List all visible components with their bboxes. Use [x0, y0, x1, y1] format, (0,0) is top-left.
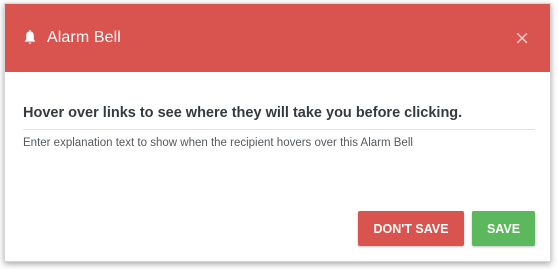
explanation-text[interactable]: Enter explanation text to show when the …: [23, 137, 535, 149]
dialog-header: Alarm Bell ×: [5, 4, 550, 72]
close-icon[interactable]: ×: [514, 29, 530, 48]
dialog-body: Hover over links to see where they will …: [23, 105, 535, 149]
bell-icon: [23, 30, 37, 46]
dialog-title: Alarm Bell: [47, 29, 121, 46]
save-button[interactable]: SAVE: [472, 211, 535, 246]
alarm-bell-dialog: Alarm Bell × Hover over links to see whe…: [4, 3, 551, 262]
dont-save-button[interactable]: DON'T SAVE: [358, 211, 464, 246]
headline-text[interactable]: Hover over links to see where they will …: [23, 105, 535, 130]
